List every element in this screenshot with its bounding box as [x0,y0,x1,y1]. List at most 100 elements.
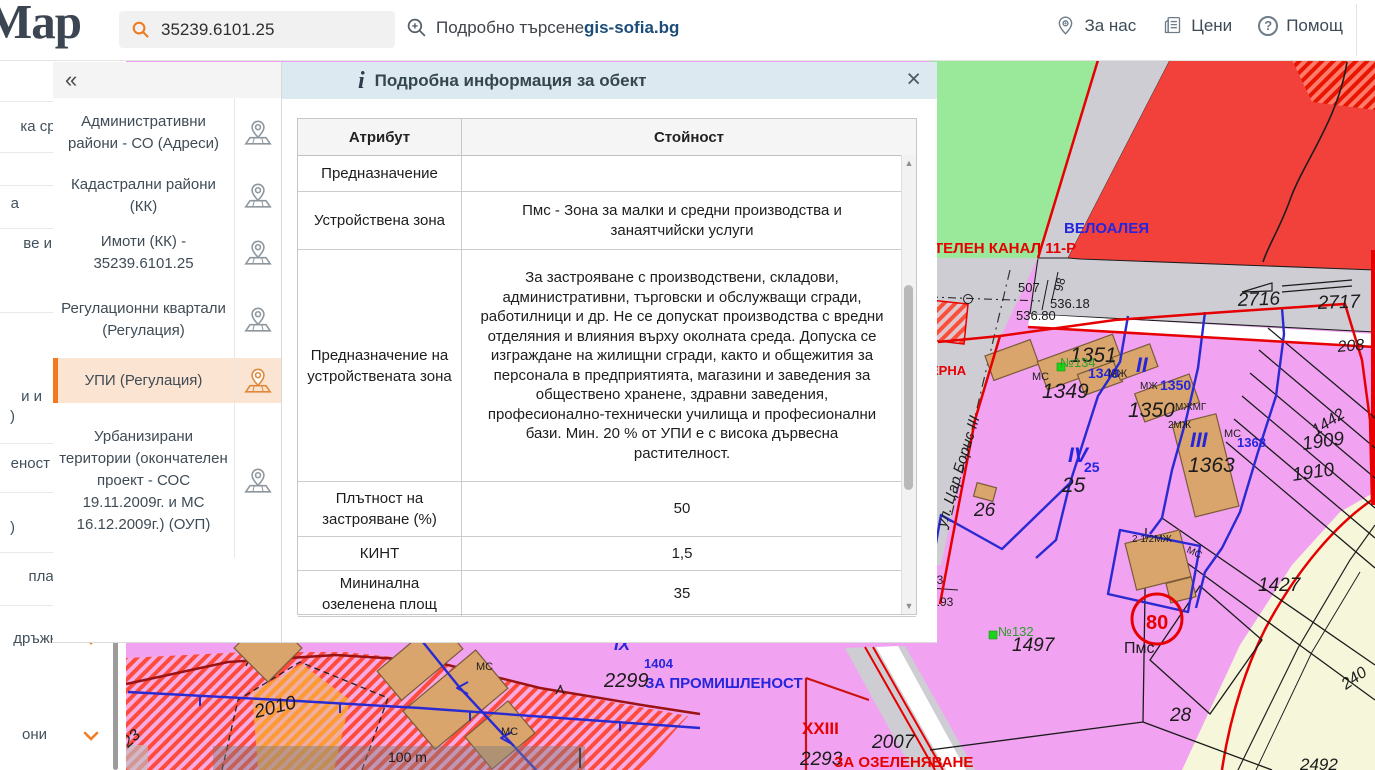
map-label: 25 [1061,474,1086,497]
layer-map-pin-icon[interactable] [234,282,281,358]
map-label: 1427 [1258,575,1302,596]
map-label: 1350 [1160,377,1191,393]
sidebar-item[interactable]: ) [10,408,15,425]
layer-item[interactable]: Регулационни квартали (Регулация) [53,282,281,358]
column-header-value: Стойност [462,119,916,155]
sidebar-item[interactable]: ве и [23,235,52,252]
advanced-search-label: Подробно търсене [436,18,584,38]
map-label: ТЕЛЕН КАНАЛ 11-Р [934,240,1076,257]
layer-map-pin-icon[interactable] [234,224,281,282]
map-label: 1349 [1042,380,1089,403]
map-label: 26 [973,500,996,521]
attribute-cell: Предназначение на устройствената зона [298,250,462,481]
table-body: ПредназначениеУстройствена зонаПмс - Зон… [298,156,916,617]
nav-prices[interactable]: Цени [1162,15,1232,36]
layer-item[interactable]: Кадастрални райони (КК) [53,168,281,224]
map-label: 2007 [871,732,916,753]
layer-label: Урбанизирани територии (окончателен прое… [53,403,234,558]
info-icon: i [358,69,365,93]
attribute-cell: Плътност на застрояване (%) [298,482,462,536]
table-scrollbar[interactable]: ▲ ▼ [901,155,916,614]
map-label: 507 [1018,280,1040,295]
map-label: ВЕЛОАЛЕЯ [1064,220,1149,237]
map-label: 100 m [388,749,427,765]
map-label: 2 1/2МЖ [1132,534,1173,545]
scroll-down-arrow[interactable]: ▼ [902,598,916,614]
advanced-search-button[interactable]: Подробно търсене [406,17,584,38]
layer-item[interactable]: Имоти (КК) - 35239.6101.25 [53,224,281,282]
map-label: МЖ [1140,381,1158,392]
attributes-table: Атрибут Стойност ПредназначениеУстройств… [297,118,917,615]
collapse-panel-button[interactable]: « [65,69,77,91]
map-label: 2492 [1299,755,1338,770]
value-cell: 50 [462,482,916,536]
chevron-down-icon[interactable] [83,731,99,741]
map-label: III [1190,429,1209,452]
map-label: 2717 [1316,291,1361,314]
table-row: Предназначение на устройствената зонаЗа … [298,250,916,482]
layer-item[interactable]: УПИ (Регулация) [53,358,281,403]
help-icon: ? [1258,16,1278,36]
map-label: МС [501,726,518,738]
attribute-cell: Устройствена зона [298,192,462,249]
map-label: ЗА ОЗЕЛЕНЯВАНЕ [834,754,973,770]
zoom-search-icon [406,17,427,38]
map-label: МС [1032,371,1049,383]
panel-title: Подробна информация за обект [375,71,647,91]
layer-item[interactable]: Урбанизирани територии (окончателен прое… [53,403,281,558]
value-cell [462,156,916,191]
sidebar-item[interactable]: а [11,195,19,212]
layer-list: Административни райони - СО (Адреси) Кад… [53,98,281,558]
location-pin-icon [1055,15,1076,36]
search-box[interactable] [119,11,395,48]
value-cell: 1,5 [462,537,916,570]
close-icon[interactable]: × [900,64,927,95]
layer-map-pin-icon[interactable] [234,358,281,403]
layer-label: Имоти (КК) - 35239.6101.25 [53,224,234,282]
attribute-cell: Мининална озеленена площ [298,571,462,616]
app-logo: Map [0,0,81,50]
layer-item[interactable]: Административни райони - СО (Адреси) [53,98,281,168]
attribute-cell: КИНТ [298,537,462,570]
map-label: 1404 [644,656,674,671]
sidebar-item[interactable]: и и [21,388,42,405]
map-label: II [1136,354,1149,377]
map-label: XXIII [802,719,839,738]
scroll-up-arrow[interactable]: ▲ [902,155,916,171]
map-label: 536.18 [1050,296,1090,311]
layer-map-pin-icon[interactable] [234,98,281,168]
info-panel-header: i Подробна информация за обект × [282,62,937,99]
map-label: 80 [1146,612,1168,634]
map-label: 208 [1336,337,1365,356]
value-cell: За застрояване с производствени, складов… [462,250,916,481]
map-label: 536.80 [1016,308,1056,323]
table-row: Мининална озеленена площ35 [298,571,916,617]
sidebar-scrollbar[interactable] [113,626,118,770]
sidebar-item[interactable]: они [22,726,47,743]
search-icon [131,20,150,39]
map-label: №134 [1060,355,1096,370]
site-link[interactable]: gis-sofia.bg [584,18,679,38]
top-nav: За нас Цени ? Помощ [1055,15,1343,36]
sidebar-item[interactable]: ) [10,519,15,536]
sidebar-item[interactable]: еност [11,455,50,472]
scroll-thumb[interactable] [904,285,913,490]
map-label: 25 [1084,459,1100,475]
map-label: МС [476,661,493,673]
map-label: 2МЖ [1168,420,1192,431]
nav-prices-label: Цени [1191,16,1232,36]
search-input[interactable] [159,19,373,41]
nav-help[interactable]: ? Помощ [1258,15,1343,36]
price-list-icon [1162,15,1183,36]
nav-about[interactable]: За нас [1055,15,1136,36]
map-label: МЖ [1108,368,1127,380]
topbar: Map Подробно търсене gis-sofia.bg За нас… [0,0,1375,61]
layer-label: Административни райони - СО (Адреси) [53,98,234,168]
layer-map-pin-icon[interactable] [234,403,281,558]
layer-map-pin-icon[interactable] [234,168,281,224]
map-label: 2299 [603,670,649,692]
map-label: 2716 [1236,289,1280,312]
map-label: МЖМГ [1175,402,1207,413]
map-label: 1350 [1128,399,1175,422]
value-cell: 35 [462,571,916,616]
